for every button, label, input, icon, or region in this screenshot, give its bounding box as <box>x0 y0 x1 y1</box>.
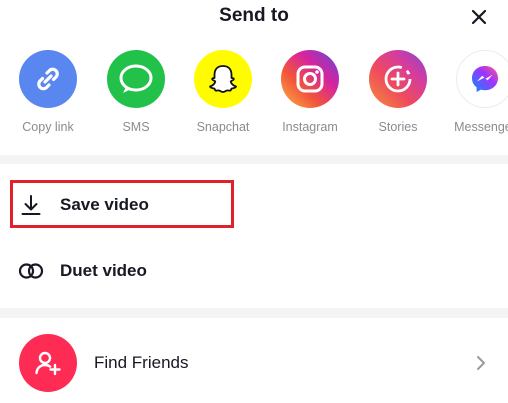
page-title: Send to <box>219 5 289 26</box>
header: Send to <box>0 0 508 38</box>
section-divider <box>0 155 508 164</box>
save-video-button[interactable]: Save video <box>0 186 508 224</box>
link-icon <box>19 50 77 108</box>
chat-bubble-icon <box>107 50 165 108</box>
find-friends-label: Find Friends <box>94 353 189 372</box>
chevron-right-icon <box>474 354 488 372</box>
share-sheet: Send to Copy link SMS Snapchat Instagram… <box>0 0 508 403</box>
add-user-icon <box>19 334 77 392</box>
duet-video-label: Duet video <box>60 261 147 280</box>
share-snapchat[interactable]: Snapchat <box>183 50 263 134</box>
app-label: Messenger <box>454 120 508 134</box>
share-copy-link[interactable]: Copy link <box>8 50 88 134</box>
app-label: Copy link <box>22 120 74 134</box>
duet-video-button[interactable]: Duet video <box>0 252 508 290</box>
section-divider <box>0 308 508 318</box>
app-label: SMS <box>122 120 150 134</box>
close-icon[interactable] <box>468 6 490 28</box>
app-label: Snapchat <box>196 120 250 134</box>
camera-icon <box>281 50 339 108</box>
share-app-row: Copy link SMS Snapchat Instagram Stories… <box>0 50 508 150</box>
ghost-icon <box>194 50 252 108</box>
find-friends-button[interactable]: Find Friends <box>0 330 508 396</box>
share-stories[interactable]: Stories <box>358 50 438 134</box>
messenger-icon <box>456 50 508 108</box>
download-icon <box>18 192 44 218</box>
save-video-label: Save video <box>60 195 149 214</box>
duet-icon <box>18 258 44 284</box>
share-sms[interactable]: SMS <box>96 50 176 134</box>
share-instagram[interactable]: Instagram <box>270 50 350 134</box>
app-label: Instagram <box>282 120 338 134</box>
app-label: Stories <box>378 120 418 134</box>
share-messenger[interactable]: Messenger <box>445 50 508 134</box>
story-plus-icon <box>369 50 427 108</box>
